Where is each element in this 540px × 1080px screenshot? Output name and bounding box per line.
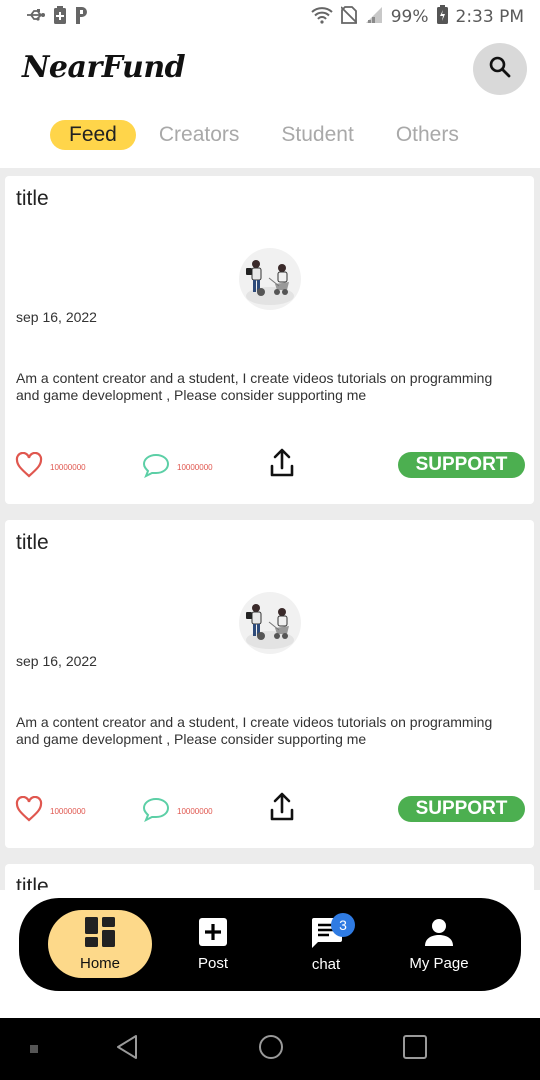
tab-feed[interactable]: Feed	[50, 120, 136, 150]
like-count: 10000000	[50, 807, 86, 816]
battery-saver-icon	[54, 5, 66, 29]
tab-others[interactable]: Others	[377, 120, 478, 150]
post-title: title	[16, 875, 49, 890]
back-icon	[115, 1034, 139, 1065]
post-card: title sep 16, 2022 Am a content creator …	[5, 176, 534, 504]
post-image	[239, 592, 301, 654]
comment-button[interactable]: 10000000	[142, 452, 213, 483]
battery-percent: 99%	[390, 7, 429, 27]
nav-chat-label: chat	[311, 956, 341, 973]
nav-home[interactable]: Home	[48, 910, 152, 978]
support-button[interactable]: SUPPORT	[398, 452, 525, 478]
share-icon	[269, 792, 295, 827]
chat-badge: 3	[331, 913, 355, 937]
post-title: title	[16, 531, 49, 554]
parking-icon	[74, 6, 88, 29]
search-icon	[488, 55, 512, 84]
heart-icon	[15, 451, 43, 483]
post-actions: 10000000 10000000 SUPPORT	[15, 792, 525, 827]
tab-student[interactable]: Student	[262, 120, 372, 150]
home-button[interactable]	[254, 1018, 288, 1080]
person-icon	[424, 917, 454, 951]
back-button[interactable]	[110, 1018, 144, 1080]
support-button[interactable]: SUPPORT	[398, 796, 525, 822]
heart-icon	[15, 795, 43, 827]
nav-my-page[interactable]: My Page	[387, 898, 491, 991]
wifi-icon	[311, 6, 333, 29]
usb-icon	[26, 7, 46, 27]
nav-post-label: Post	[197, 955, 228, 972]
status-left	[26, 5, 88, 29]
nav-chat[interactable]: 3 chat	[274, 898, 378, 991]
comment-icon	[142, 796, 170, 827]
post-card: title sep 16, 2022 Am a content creator …	[5, 520, 534, 848]
battery-icon	[436, 5, 448, 29]
post-date: sep 16, 2022	[16, 653, 97, 669]
signal-icon	[365, 6, 383, 29]
recents-icon	[402, 1034, 428, 1065]
post-actions: 10000000 10000000 SUPPORT	[15, 448, 525, 483]
recents-button[interactable]	[398, 1018, 432, 1080]
share-button[interactable]	[269, 448, 295, 483]
status-bar: 99% 2:33 PM	[0, 0, 540, 34]
like-count: 10000000	[50, 463, 86, 472]
search-button[interactable]	[473, 43, 527, 95]
comment-count: 10000000	[177, 807, 213, 816]
like-button[interactable]: 10000000	[15, 795, 86, 827]
comment-count: 10000000	[177, 463, 213, 472]
clock: 2:33 PM	[455, 7, 525, 27]
post-description: Am a content creator and a student, I cr…	[16, 370, 493, 403]
post-date: sep 16, 2022	[16, 309, 97, 325]
overview-dot	[24, 1018, 44, 1080]
post-description: Am a content creator and a student, I cr…	[16, 714, 493, 747]
category-tabs: Feed Creators Student Others	[50, 120, 482, 150]
comment-icon	[142, 452, 170, 483]
share-icon	[269, 448, 295, 483]
comment-button[interactable]: 10000000	[142, 796, 213, 827]
post-title: title	[16, 187, 49, 210]
nav-home-label: Home	[79, 954, 120, 972]
nav-my-page-label: My Page	[409, 955, 469, 972]
post-image	[239, 248, 301, 310]
share-button[interactable]	[269, 792, 295, 827]
system-nav-bar	[0, 1018, 540, 1080]
app-header: NearFund Feed Creators Student Others	[0, 34, 540, 168]
add-box-icon	[198, 917, 228, 951]
no-sim-icon	[340, 5, 358, 29]
home-circle-icon	[258, 1034, 284, 1065]
feed-list[interactable]: title sep 16, 2022 Am a content creator …	[5, 176, 534, 890]
brand-logo: NearFund	[22, 50, 186, 85]
like-button[interactable]: 10000000	[15, 451, 86, 483]
nav-post[interactable]: Post	[161, 898, 265, 991]
tab-creators[interactable]: Creators	[140, 120, 259, 150]
status-right: 99% 2:33 PM	[311, 5, 524, 29]
post-card: title	[5, 864, 534, 890]
dashboard-icon	[85, 916, 115, 951]
bottom-nav: Home Post 3 chat My Page	[19, 898, 521, 991]
bottom-area: Home Post 3 chat My Page	[0, 890, 540, 1018]
